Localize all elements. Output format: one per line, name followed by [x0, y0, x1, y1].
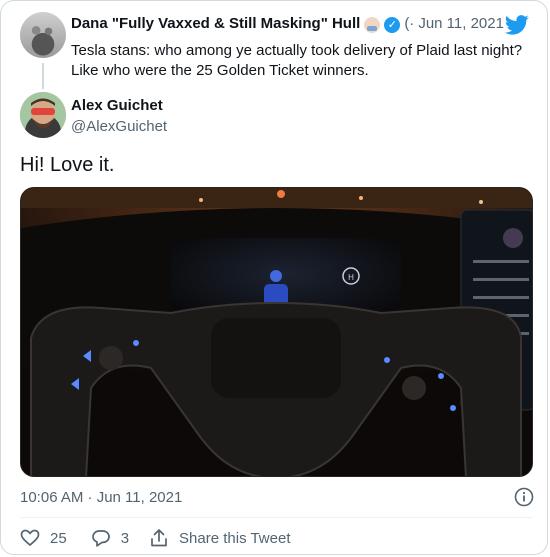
like-count: 25 — [50, 529, 67, 547]
share-label: Share this Tweet — [179, 529, 291, 547]
thread-connector-line — [42, 63, 44, 89]
twitter-bird-icon[interactable] — [505, 15, 529, 35]
tweet-actions-bar: 25 3 Share this Tweet — [20, 528, 290, 548]
info-icon[interactable] — [514, 487, 534, 507]
share-icon — [151, 529, 167, 547]
author-handle[interactable]: @AlexGuichet — [71, 118, 167, 135]
reply-count: 3 — [120, 529, 130, 547]
author-name[interactable]: Alex Guichet — [71, 97, 163, 114]
tweet-text: Hi! Love it. — [20, 154, 115, 176]
parent-tweet-text: Tesla stans: who among ye actually took … — [71, 42, 523, 79]
heart-icon — [20, 529, 40, 547]
parent-author-avatar[interactable] — [20, 12, 66, 58]
woman-health-worker-icon — [364, 16, 381, 33]
reply-bubble-icon — [91, 530, 110, 547]
parent-date[interactable]: Jun 11, 2021 — [418, 15, 504, 32]
like-button[interactable]: 25 — [20, 528, 67, 548]
parent-author-name[interactable]: Dana "Fully Vaxxed & Still Masking" Hull — [71, 15, 360, 32]
reply-button[interactable]: 3 — [91, 528, 129, 548]
divider — [20, 517, 533, 518]
share-button[interactable]: Share this Tweet — [149, 528, 290, 548]
svg-text:H: H — [348, 273, 354, 282]
verified-badge-icon: ✓ — [384, 16, 401, 33]
tweet-card: Dana "Fully Vaxxed & Still Masking" Hull… — [0, 0, 548, 555]
author-avatar[interactable] — [20, 92, 66, 138]
tweet-timestamp[interactable]: 10:06 AM · Jun 11, 2021 — [20, 489, 182, 506]
parent-handle-truncated[interactable]: (· — [404, 15, 414, 32]
tweet-media-photo[interactable]: H — [20, 187, 533, 477]
parent-tweet-header: Dana "Fully Vaxxed & Still Masking" Hull… — [71, 15, 504, 33]
